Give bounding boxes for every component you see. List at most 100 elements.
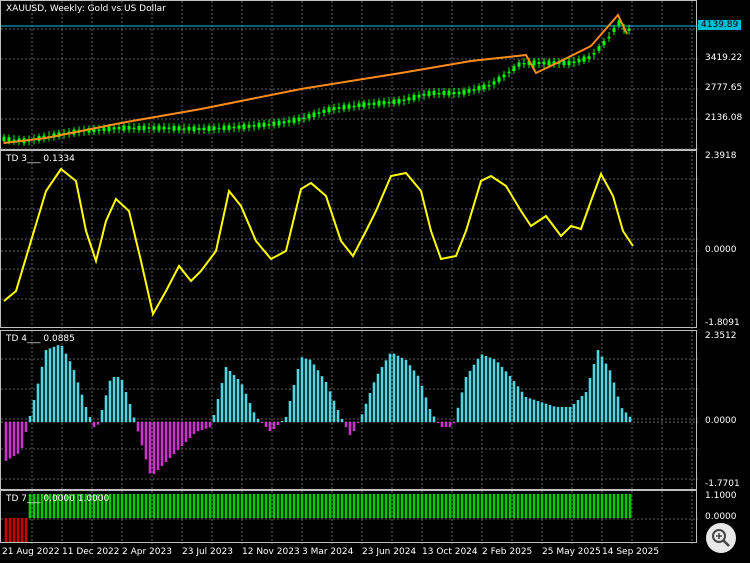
td7-bar bbox=[364, 494, 368, 518]
td7-bar bbox=[200, 494, 204, 518]
td4-bar bbox=[560, 407, 564, 422]
td7-bar bbox=[548, 494, 552, 518]
td7-bar bbox=[8, 518, 12, 542]
td4-plot[interactable]: TD 4___ 0.0885 bbox=[0, 330, 698, 491]
td7-bar bbox=[452, 494, 456, 518]
td4-bar bbox=[328, 391, 332, 422]
td4-bar bbox=[508, 375, 512, 422]
candle-body bbox=[292, 117, 296, 123]
candle-body bbox=[287, 120, 291, 123]
td4-bar bbox=[252, 412, 256, 422]
td7-bar bbox=[336, 494, 340, 518]
td7-bar bbox=[124, 494, 128, 518]
td7-bar bbox=[224, 494, 228, 518]
candle-body bbox=[172, 125, 176, 131]
candle-body bbox=[517, 62, 521, 67]
td4-bar bbox=[260, 422, 264, 423]
candle-body bbox=[307, 114, 311, 119]
td4-bar bbox=[120, 380, 124, 422]
price-plot[interactable]: XAUUSD, Weekly: Gold vs US Dollar bbox=[0, 0, 698, 151]
candle-body bbox=[187, 126, 191, 131]
td4-bar bbox=[516, 386, 520, 422]
td4-bar bbox=[288, 401, 292, 422]
td7-bar bbox=[288, 494, 292, 518]
td4-axis[interactable]: 2.3512 0.0000 -1.7701 bbox=[697, 330, 750, 490]
td7-bar bbox=[188, 494, 192, 518]
td4-bar bbox=[256, 419, 260, 422]
candle-body bbox=[167, 127, 171, 129]
candle-body bbox=[482, 84, 486, 90]
candle-body bbox=[312, 112, 316, 117]
td4-bar bbox=[236, 379, 240, 422]
td4-bar bbox=[136, 422, 140, 432]
candle-body bbox=[492, 81, 496, 85]
td7-bar bbox=[480, 494, 484, 518]
td7-bar bbox=[440, 494, 444, 518]
td7-plot[interactable]: TD 7___ 0.0000 1.0000 bbox=[0, 490, 698, 544]
candle-body bbox=[132, 127, 136, 130]
td7-bar bbox=[484, 494, 488, 518]
td4-bar bbox=[600, 356, 604, 422]
td4-bar bbox=[332, 400, 336, 422]
td7-bar bbox=[420, 494, 424, 518]
td3-tick: 0.0000 bbox=[705, 245, 737, 255]
candle-body bbox=[497, 76, 501, 82]
td4-bar bbox=[392, 353, 396, 422]
td7-bar bbox=[580, 494, 584, 518]
td7-bar bbox=[12, 518, 16, 542]
td7-tick: 1.1000 bbox=[705, 491, 737, 501]
td4-bar bbox=[156, 422, 160, 470]
td4-chart-svg bbox=[1, 331, 698, 491]
td7-bar bbox=[460, 494, 464, 518]
td4-bar bbox=[276, 422, 280, 425]
td7-pane[interactable]: TD 7___ 0.0000 1.0000 1.1000 0.0000 bbox=[0, 490, 750, 544]
td4-bar bbox=[68, 361, 72, 422]
td3-title: TD 3___ 0.1334 bbox=[6, 154, 75, 164]
td4-bar bbox=[464, 377, 468, 422]
td4-bar bbox=[248, 403, 252, 422]
td4-bar bbox=[32, 400, 36, 422]
td3-pane[interactable]: TD 3___ 0.1334 2.3918 0.0000 -1.8091 bbox=[0, 150, 750, 329]
td4-bar bbox=[4, 422, 8, 461]
td4-bar bbox=[452, 422, 456, 424]
time-label: 13 Oct 2024 bbox=[422, 547, 478, 557]
td7-bar bbox=[120, 494, 124, 518]
td4-bar bbox=[544, 403, 548, 422]
td7-bar bbox=[596, 494, 600, 518]
td4-bar bbox=[116, 377, 120, 422]
price-pane[interactable]: XAUUSD, Weekly: Gold vs US Dollar 4139.8… bbox=[0, 0, 750, 151]
overlay-trend-line bbox=[3, 13, 628, 144]
td3-axis[interactable]: 2.3918 0.0000 -1.8091 bbox=[697, 150, 750, 328]
td4-bar bbox=[432, 416, 436, 422]
candle-body bbox=[607, 36, 611, 39]
td4-bar bbox=[496, 362, 500, 422]
td7-bar bbox=[576, 494, 580, 518]
td7-bar bbox=[380, 494, 384, 518]
td7-bar bbox=[296, 494, 300, 518]
candle-body bbox=[217, 127, 221, 130]
td7-bar bbox=[556, 494, 560, 518]
candle-body bbox=[452, 92, 456, 94]
td4-bar bbox=[108, 380, 112, 422]
td4-bar bbox=[104, 395, 108, 422]
time-axis[interactable]: 21 Aug 2022 11 Dec 2022 2 Apr 2023 23 Ju… bbox=[0, 543, 697, 563]
td3-plot[interactable]: TD 3___ 0.1334 bbox=[0, 150, 698, 329]
price-axis[interactable]: 4139.89 3419.22 2777.65 2136.08 bbox=[697, 0, 750, 150]
candle-body bbox=[262, 122, 266, 127]
td4-bar bbox=[576, 400, 580, 422]
td4-bar bbox=[160, 422, 164, 466]
td7-bar bbox=[428, 494, 432, 518]
td4-bar bbox=[92, 422, 96, 427]
td4-bar bbox=[132, 417, 136, 422]
td4-bar bbox=[588, 378, 592, 422]
td4-bar bbox=[572, 404, 576, 422]
candle-body bbox=[7, 137, 11, 142]
td4-pane[interactable]: TD 4___ 0.0885 2.3512 0.0000 -1.7701 bbox=[0, 330, 750, 491]
td7-bar bbox=[284, 494, 288, 518]
td4-tick: 2.3512 bbox=[705, 331, 737, 341]
td7-bar bbox=[360, 494, 364, 518]
td7-bar bbox=[260, 494, 264, 518]
zoom-button[interactable] bbox=[706, 523, 736, 553]
td7-bar bbox=[592, 494, 596, 518]
time-label: 3 Mar 2024 bbox=[302, 547, 354, 557]
